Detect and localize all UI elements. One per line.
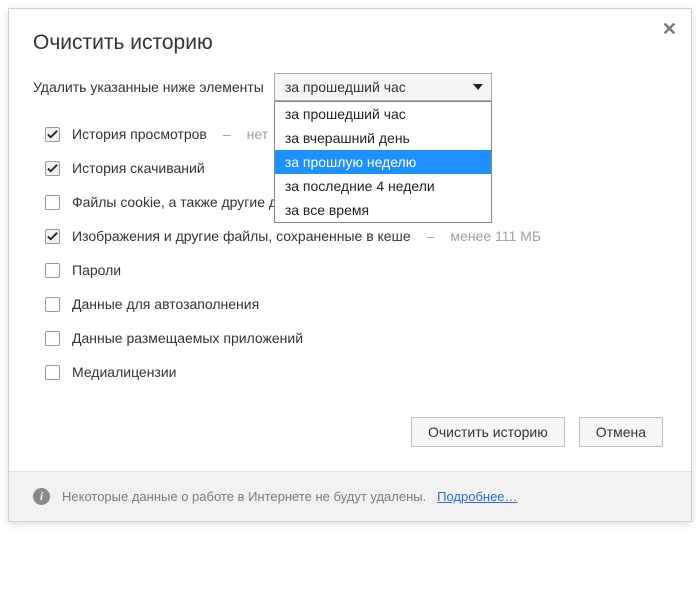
- row-autofill: Данные для автозаполнения: [45, 287, 667, 321]
- time-range-label: Удалить указанные ниже элементы: [33, 79, 264, 95]
- clear-history-dialog: ✕ Очистить историю Удалить указанные ниж…: [8, 8, 692, 522]
- dropdown-option-past-4-weeks[interactable]: за последние 4 недели: [275, 174, 491, 198]
- checkbox-passwords[interactable]: [45, 263, 60, 278]
- separator: –: [423, 228, 439, 244]
- dropdown-option-all-time[interactable]: за все время: [275, 198, 491, 222]
- checkbox-browsing-history[interactable]: [45, 127, 60, 142]
- checkbox-cookies[interactable]: [45, 195, 60, 210]
- learn-more-link[interactable]: Подробнее…: [437, 489, 517, 504]
- dialog-footer: i Некоторые данные о работе в Интернете …: [9, 471, 691, 521]
- footer-message: Некоторые данные о работе в Интернете не…: [62, 489, 426, 504]
- row-hosted-apps: Данные размещаемых приложений: [45, 321, 667, 355]
- time-range-row: Удалить указанные ниже элементы за проше…: [9, 73, 691, 109]
- row-label: Пароли: [72, 262, 121, 278]
- row-cache: Изображения и другие файлы, сохраненные …: [45, 219, 667, 253]
- row-label: Данные для автозаполнения: [72, 296, 259, 312]
- info-icon: i: [33, 488, 50, 505]
- cancel-button[interactable]: Отмена: [579, 417, 663, 447]
- close-icon[interactable]: ✕: [662, 19, 677, 40]
- row-label: Изображения и другие файлы, сохраненные …: [72, 228, 411, 244]
- row-hint: менее 111 МБ: [450, 228, 541, 244]
- combo-selected-text: за прошедший час: [285, 79, 406, 95]
- row-media-licenses: Медиалицензии: [45, 355, 667, 389]
- row-label: Данные размещаемых приложений: [72, 330, 303, 346]
- row-label: История скачиваний: [72, 160, 205, 176]
- separator: –: [219, 126, 235, 142]
- chevron-down-icon: [473, 84, 483, 90]
- checkbox-download-history[interactable]: [45, 161, 60, 176]
- row-hint: нет: [247, 126, 268, 142]
- footer-text: Некоторые данные о работе в Интернете не…: [62, 489, 518, 504]
- row-label: История просмотров: [72, 126, 207, 142]
- checkbox-hosted-apps[interactable]: [45, 331, 60, 346]
- time-range-combo-wrap: за прошедший час за прошедший час за вче…: [274, 73, 492, 101]
- button-bar: Очистить историю Отмена: [9, 397, 691, 471]
- time-range-dropdown: за прошедший час за вчерашний день за пр…: [274, 101, 492, 223]
- dropdown-option-past-week[interactable]: за прошлую неделю: [275, 150, 491, 174]
- dropdown-option-past-hour[interactable]: за прошедший час: [275, 102, 491, 126]
- clear-history-button[interactable]: Очистить историю: [411, 417, 565, 447]
- row-label: Медиалицензии: [72, 364, 177, 380]
- time-range-combo[interactable]: за прошедший час: [274, 73, 492, 101]
- row-passwords: Пароли: [45, 253, 667, 287]
- dropdown-option-yesterday[interactable]: за вчерашний день: [275, 126, 491, 150]
- dialog-title: Очистить историю: [9, 9, 691, 73]
- checkbox-cache[interactable]: [45, 229, 60, 244]
- checkbox-autofill[interactable]: [45, 297, 60, 312]
- checkbox-media-licenses[interactable]: [45, 365, 60, 380]
